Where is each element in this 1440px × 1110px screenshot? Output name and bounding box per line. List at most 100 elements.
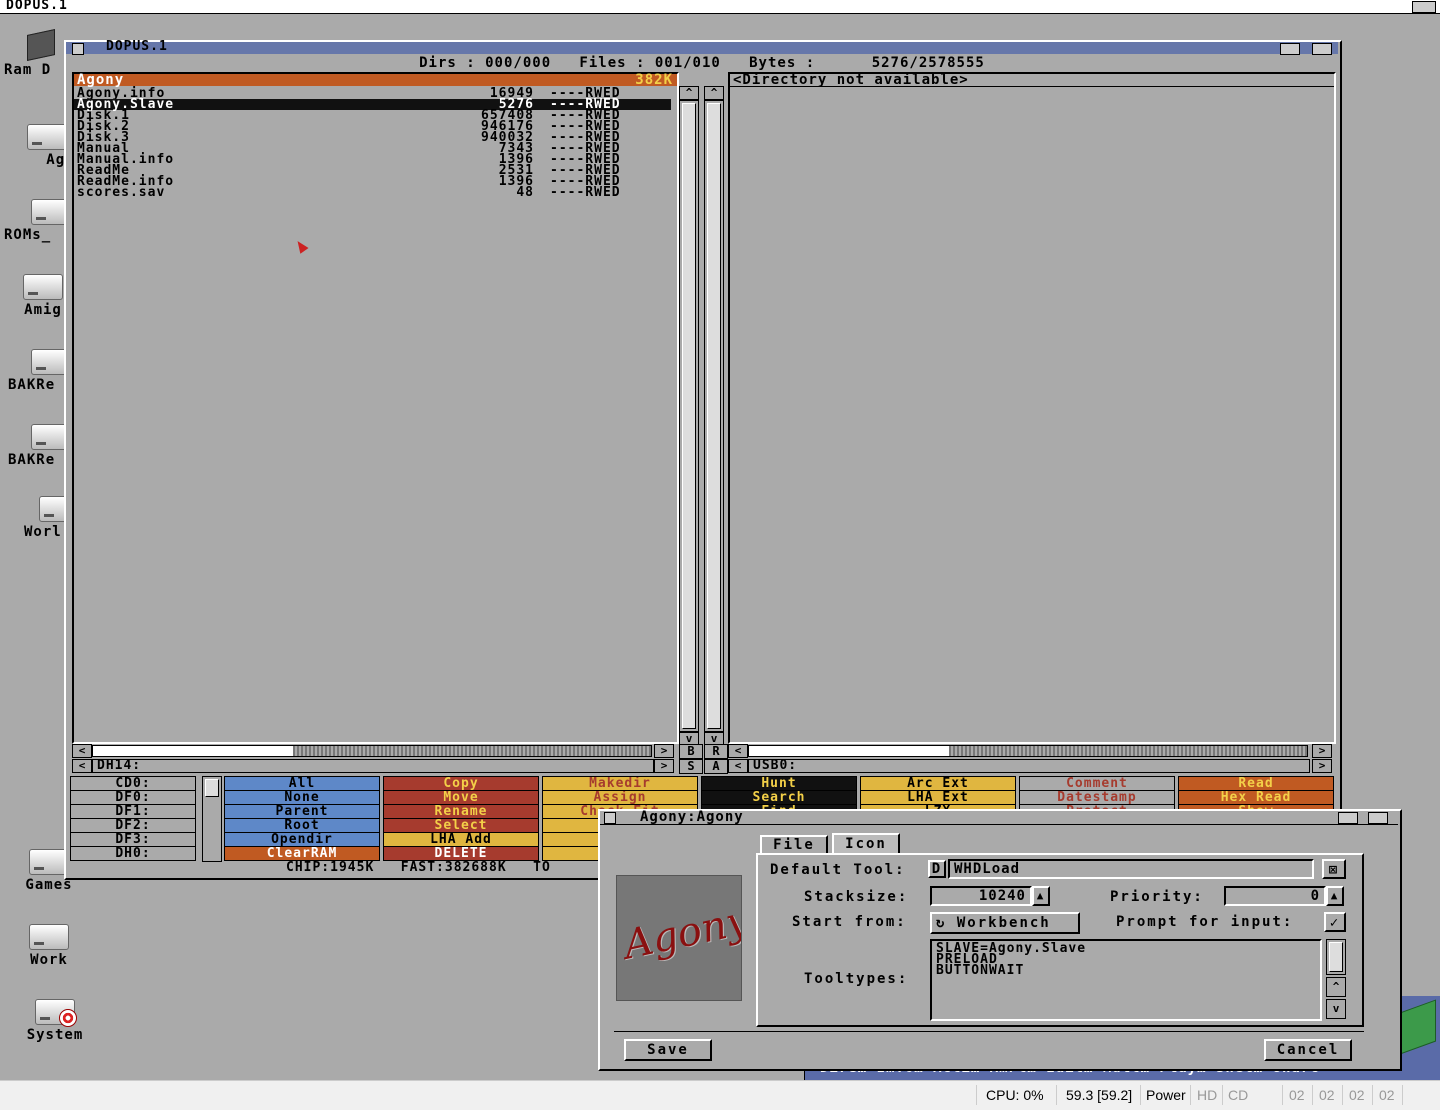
left-horizontal-scrollbar[interactable] bbox=[92, 745, 652, 757]
harddrive-icon bbox=[17, 420, 71, 450]
scrollbar-thumb[interactable] bbox=[682, 103, 696, 729]
depth-gadget-icon[interactable] bbox=[1368, 812, 1388, 824]
file-row[interactable]: scores.sav 48 ----RWED bbox=[74, 186, 671, 199]
drive-button[interactable]: DH0: bbox=[70, 846, 196, 861]
right-file-lister[interactable]: <Directory not available> bbox=[728, 72, 1336, 744]
selection-info: Dirs : 000/000 Files : 001/010 Bytes : 5… bbox=[419, 55, 985, 71]
zoom-gadget-icon[interactable] bbox=[1280, 43, 1300, 55]
clear-tool-icon[interactable]: ⊠ bbox=[1322, 859, 1346, 879]
action-button-makedir[interactable]: Makedir bbox=[542, 776, 698, 791]
scroll-up-right-icon[interactable]: ^ bbox=[704, 86, 724, 100]
action-button-arc-ext[interactable]: Arc Ext bbox=[860, 776, 1016, 791]
file-list: Agony.info 16949 ----RWED Agony.Slave 5276 --… bbox=[74, 87, 677, 738]
cycle-icon: ↻ bbox=[936, 915, 947, 931]
action-button-move[interactable]: Move bbox=[383, 790, 539, 805]
tab-file[interactable]: File bbox=[760, 835, 828, 855]
left-file-lister[interactable]: Agony 382K Agony.info 16949 ----RWED Agony.… bbox=[72, 72, 679, 744]
drive-button[interactable]: DF2: bbox=[70, 818, 196, 833]
close-gadget-icon[interactable] bbox=[72, 43, 84, 55]
default-tool-field[interactable]: WHDLoad bbox=[948, 859, 1314, 879]
stacksize-stepper-icon[interactable]: ▲ bbox=[1032, 886, 1050, 906]
power-led: Power bbox=[1146, 1087, 1186, 1103]
left-path-field[interactable]: DH14: bbox=[92, 759, 654, 773]
drive-button[interactable]: DF0: bbox=[70, 790, 196, 805]
action-button-lha-ext[interactable]: LHA Ext bbox=[860, 790, 1016, 805]
zoom-gadget-icon[interactable] bbox=[1338, 812, 1358, 824]
stacksize-field[interactable]: 10240 bbox=[930, 886, 1032, 906]
scroll-right-icon[interactable]: > bbox=[654, 744, 674, 758]
drive-scrollbar[interactable] bbox=[202, 776, 222, 862]
right-horizontal-scrollbar[interactable] bbox=[748, 745, 1308, 757]
left-vertical-scrollbar[interactable] bbox=[679, 100, 699, 732]
drive-button[interactable]: CD0: bbox=[70, 776, 196, 791]
status-button[interactable]: S bbox=[679, 759, 703, 774]
desktop-icon-roms[interactable]: ROMs_ bbox=[0, 195, 74, 243]
drive-button[interactable]: DF3: bbox=[70, 832, 196, 847]
right-path-field[interactable]: USB0: bbox=[748, 759, 1310, 773]
drive-button[interactable]: DF1: bbox=[70, 804, 196, 819]
scrollbar-thumb[interactable] bbox=[749, 746, 949, 756]
harddrive-icon bbox=[27, 120, 67, 150]
action-button-delete[interactable]: DELETE bbox=[383, 846, 539, 861]
action-button-hex-read[interactable]: Hex Read bbox=[1178, 790, 1334, 805]
path-history-right-icon[interactable]: > bbox=[654, 759, 674, 773]
action-button-none[interactable]: None bbox=[224, 790, 380, 805]
action-button-parent[interactable]: Parent bbox=[224, 804, 380, 819]
action-button-comment[interactable]: Comment bbox=[1019, 776, 1175, 791]
scrollbar-thumb[interactable] bbox=[205, 779, 219, 797]
action-button-lha-add[interactable]: LHA Add bbox=[383, 832, 539, 847]
action-button-hunt[interactable]: Hunt bbox=[701, 776, 857, 791]
action-button-clearram[interactable]: ClearRAM bbox=[224, 846, 380, 861]
window-title: Agony:Agony bbox=[640, 809, 744, 825]
action-button-assign[interactable]: Assign bbox=[542, 790, 698, 805]
action-button-read[interactable]: Read bbox=[1178, 776, 1334, 791]
file-picker-icon[interactable]: D bbox=[928, 860, 946, 878]
scroll-left-icon[interactable]: < bbox=[72, 744, 92, 758]
desktop-icon-label: BAKRe bbox=[8, 377, 56, 393]
reselect-button[interactable]: R bbox=[704, 744, 728, 759]
path-history-right-icon[interactable]: > bbox=[1312, 759, 1332, 773]
scrollbar-thumb[interactable] bbox=[1329, 942, 1343, 972]
desktop-icon-bakre-1[interactable]: BAKRe bbox=[0, 345, 74, 393]
age-button[interactable]: A bbox=[704, 759, 728, 774]
tooltypes-list[interactable]: SLAVE=Agony.Slave PRELOAD BUTTONWAIT bbox=[930, 939, 1322, 1021]
desktop-icon-bakre-2[interactable]: BAKRe bbox=[0, 420, 74, 468]
screen-depth-gadget[interactable] bbox=[1412, 1, 1436, 13]
scroll-right-icon[interactable]: > bbox=[1312, 744, 1332, 758]
action-button-search[interactable]: Search bbox=[701, 790, 857, 805]
fps-readout: 59.3 [59.2] bbox=[1066, 1087, 1133, 1103]
prompt-checkbox[interactable]: ✓ bbox=[1324, 912, 1346, 932]
action-button-opendir[interactable]: Opendir bbox=[224, 832, 380, 847]
desktop-icon-work[interactable]: Work bbox=[12, 920, 86, 968]
save-button[interactable]: Save bbox=[624, 1039, 712, 1061]
close-gadget-icon[interactable] bbox=[604, 812, 616, 824]
priority-stepper-icon[interactable]: ▲ bbox=[1326, 886, 1344, 906]
harddrive-icon bbox=[25, 492, 79, 522]
depth-gadget-icon[interactable] bbox=[1312, 43, 1332, 55]
scroll-down-icon[interactable]: v bbox=[1326, 999, 1346, 1019]
action-button-all[interactable]: All bbox=[224, 776, 380, 791]
window-title-bar[interactable]: Agony:Agony bbox=[600, 809, 1398, 825]
window-title-bar[interactable]: DOPUS.1 bbox=[66, 39, 1338, 55]
action-button-rename[interactable]: Rename bbox=[383, 804, 539, 819]
desktop-icon-system[interactable]: System bbox=[18, 995, 92, 1043]
tooltypes-scrollbar[interactable] bbox=[1326, 939, 1346, 975]
tab-icon[interactable]: Icon bbox=[832, 833, 900, 855]
right-vertical-scrollbar[interactable] bbox=[704, 100, 724, 732]
priority-field[interactable]: 0 bbox=[1224, 886, 1326, 906]
path-history-left-icon[interactable]: < bbox=[72, 759, 92, 773]
scrollbar-thumb[interactable] bbox=[707, 103, 721, 729]
buffer-button[interactable]: B bbox=[679, 744, 703, 759]
scrollbar-thumb[interactable] bbox=[93, 746, 293, 756]
action-button-datestamp[interactable]: Datestamp bbox=[1019, 790, 1175, 805]
action-button-select[interactable]: Select bbox=[383, 818, 539, 833]
scroll-up-icon[interactable]: ^ bbox=[1326, 977, 1346, 997]
action-button-copy[interactable]: Copy bbox=[383, 776, 539, 791]
tooltype-item[interactable]: BUTTONWAIT bbox=[936, 964, 1320, 977]
scroll-left-icon[interactable]: < bbox=[728, 744, 748, 758]
cancel-button[interactable]: Cancel bbox=[1264, 1039, 1352, 1061]
action-button-root[interactable]: Root bbox=[224, 818, 380, 833]
scroll-up-left-icon[interactable]: ^ bbox=[679, 86, 699, 100]
path-history-left-icon[interactable]: < bbox=[728, 759, 748, 773]
start-from-cycle[interactable]: ↻ Workbench bbox=[930, 912, 1080, 934]
